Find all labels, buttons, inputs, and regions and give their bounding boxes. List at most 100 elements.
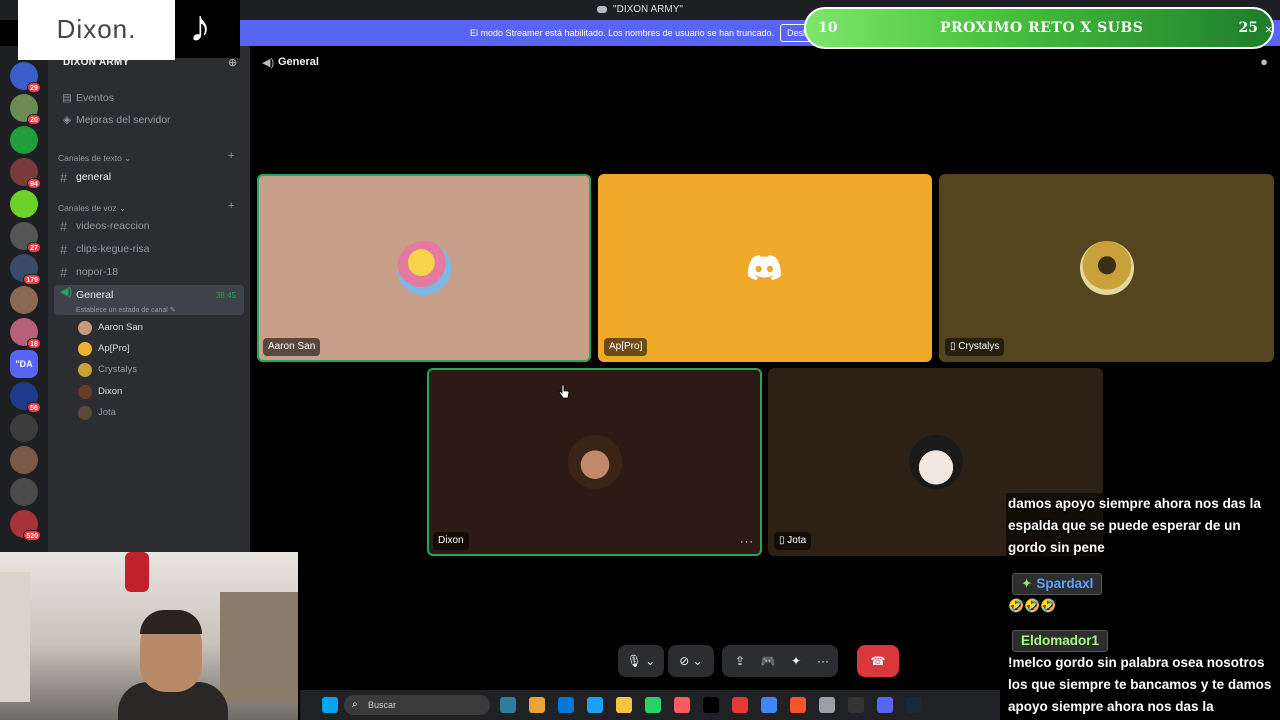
server-icon[interactable] bbox=[10, 190, 38, 218]
soundboard-icon[interactable]: ✦ bbox=[784, 645, 808, 677]
taskbar-app-icon[interactable] bbox=[732, 697, 748, 713]
channel-clips-kegue-risa[interactable]: # clips-kegue-risa bbox=[54, 239, 244, 260]
participant-name: Ap[Pro] bbox=[604, 338, 648, 356]
voice-channel-header: ◀) General ● bbox=[250, 46, 1280, 78]
add-voice-channel-icon[interactable]: + bbox=[228, 200, 234, 212]
taskbar-app-icon[interactable] bbox=[877, 697, 893, 713]
participant-tile-ap-pro[interactable]: Ap[Pro] bbox=[598, 174, 932, 362]
unread-badge: 520 bbox=[23, 530, 41, 541]
server-icon[interactable]: 56 bbox=[10, 382, 41, 413]
channel-general[interactable]: # general bbox=[54, 167, 244, 188]
share-screen-icon[interactable]: ⇪ bbox=[728, 645, 752, 677]
more-options-icon[interactable]: ··· bbox=[740, 536, 754, 548]
server-icon[interactable]: 94 bbox=[10, 158, 41, 189]
server-icon[interactable]: 20 bbox=[10, 94, 41, 125]
server-icon[interactable] bbox=[10, 478, 38, 506]
mute-button[interactable]: 🎙 ⌄ bbox=[618, 645, 664, 677]
channel-status-prompt[interactable]: Establece un estado de canal ✎ bbox=[76, 303, 244, 318]
participant-name: Dixon bbox=[433, 532, 469, 550]
voice-category[interactable]: Canales de voz ⌄ bbox=[58, 203, 126, 214]
voice-member[interactable]: Dixon bbox=[78, 383, 122, 401]
voice-channel-general[interactable]: ◀) General 38:45 Establece un estado de … bbox=[54, 285, 244, 315]
sub-goal-label: PROXIMO RETO X SUBS bbox=[940, 20, 1144, 36]
channel-sidebar: DIXON ARMY ⊕ ▤ Eventos ◈ Mejoras del ser… bbox=[48, 46, 250, 566]
activity-icon[interactable]: 🎮 bbox=[756, 645, 780, 677]
streamer-logo: Dixon. bbox=[18, 0, 175, 60]
participant-tile-crystalys[interactable]: ▯ Crystalys bbox=[939, 174, 1274, 362]
taskbar-search[interactable]: ⌕ Buscar bbox=[344, 695, 490, 715]
taskbar-app-icon[interactable] bbox=[529, 697, 545, 713]
taskbar-app-icon[interactable] bbox=[790, 697, 806, 713]
sub-goal-current: 10 bbox=[818, 20, 838, 36]
channel-nopor-18[interactable]: # nopor-18 bbox=[54, 262, 244, 283]
voice-member[interactable]: Ap[Pro] bbox=[78, 340, 130, 358]
chat-emotes: 🤣🤣🤣 bbox=[1008, 598, 1057, 613]
leave-call-button[interactable]: ☎ bbox=[857, 645, 899, 677]
server-icon[interactable]: 18 bbox=[10, 318, 41, 349]
taskbar-app-icon[interactable] bbox=[645, 697, 661, 713]
text-category[interactable]: Canales de texto ⌄ bbox=[58, 153, 131, 164]
server-icon[interactable]: 179 bbox=[10, 254, 41, 285]
hash-icon: # bbox=[60, 265, 68, 280]
camera-button[interactable]: ⊘ ⌄ bbox=[668, 645, 714, 677]
more-icon[interactable]: ··· bbox=[812, 645, 834, 677]
taskbar-app-icon[interactable] bbox=[500, 697, 516, 713]
avatar bbox=[567, 435, 622, 489]
server-icon[interactable] bbox=[10, 446, 38, 474]
chat-bubble-icon[interactable]: ● bbox=[1260, 54, 1268, 69]
taskbar-app-icon[interactable] bbox=[558, 697, 574, 713]
server-icon[interactable]: 27 bbox=[10, 222, 41, 253]
server-boost-label: Mejoras del servidor bbox=[76, 114, 171, 126]
sparkle-icon: ✦ bbox=[1021, 576, 1033, 591]
server-icon[interactable]: 29 bbox=[10, 62, 41, 93]
server-icon[interactable]: "DA bbox=[10, 350, 38, 378]
participant-name: Aaron San bbox=[263, 338, 321, 356]
participant-tile-dixon[interactable]: Dixon ··· bbox=[427, 368, 762, 556]
taskbar-app-icon[interactable] bbox=[819, 697, 835, 713]
taskbar-app-icon[interactable] bbox=[906, 697, 922, 713]
windows-start-icon[interactable] bbox=[322, 697, 338, 713]
voice-member[interactable]: Aaron San bbox=[78, 319, 143, 337]
avatar bbox=[78, 385, 92, 399]
taskbar-app-icon[interactable] bbox=[848, 697, 864, 713]
sub-goal-target: 25 bbox=[1238, 20, 1258, 36]
camera-off-icon: ⊘ bbox=[679, 654, 690, 668]
server-icon[interactable] bbox=[10, 414, 38, 442]
discord-icon bbox=[597, 5, 608, 13]
unread-badge: 18 bbox=[27, 338, 41, 349]
sub-goal-bar: 10 PROXIMO RETO X SUBS 25 ✕ bbox=[804, 7, 1274, 49]
taskbar-app-icon[interactable] bbox=[587, 697, 603, 713]
stream-chat-overlay: damos apoyo siempre ahora nos das la esp… bbox=[1000, 493, 1280, 720]
add-text-channel-icon[interactable]: + bbox=[228, 150, 234, 162]
speaker-icon: ◀) bbox=[262, 57, 275, 69]
close-icon: ✕ bbox=[1264, 25, 1273, 36]
server-icon[interactable]: 520 bbox=[10, 510, 41, 541]
hand-cursor-icon bbox=[558, 384, 570, 399]
streamer-mode-text: El modo Streamer está habilitado. Los no… bbox=[470, 28, 775, 38]
server-icon[interactable] bbox=[10, 126, 38, 154]
avatar bbox=[1079, 241, 1134, 295]
taskbar-app-icon[interactable] bbox=[674, 697, 690, 713]
calendar-icon: ▤ bbox=[62, 92, 72, 104]
unread-badge: 94 bbox=[27, 178, 41, 189]
taskbar-app-icon[interactable] bbox=[761, 697, 777, 713]
boost-icon: ◈ bbox=[62, 114, 72, 126]
server-icon[interactable] bbox=[10, 286, 38, 314]
avatar bbox=[908, 435, 963, 489]
participant-tile-aaron-san[interactable]: Aaron San bbox=[257, 174, 591, 362]
channel-videos-reaccion[interactable]: # videos-reaccion bbox=[54, 216, 244, 237]
windows-taskbar: ⌕ Buscar bbox=[300, 690, 1000, 720]
server-rail: 29 20 94 27 179 18 "DA 56 520 bbox=[0, 46, 48, 566]
unread-badge: 179 bbox=[23, 274, 41, 285]
taskbar-app-icon[interactable] bbox=[616, 697, 632, 713]
tiktok-logo-icon: ♪ bbox=[175, 0, 240, 58]
voice-member[interactable]: Crystalys bbox=[78, 361, 137, 379]
taskbar-app-icon[interactable] bbox=[703, 697, 719, 713]
voice-timer: 38:45 bbox=[215, 291, 236, 300]
hash-icon: # bbox=[60, 242, 68, 257]
events-item[interactable]: ▤ Eventos bbox=[58, 88, 244, 108]
hash-icon: # bbox=[60, 170, 68, 185]
voice-member[interactable]: Jota bbox=[78, 404, 116, 422]
speaker-icon: ◀) bbox=[60, 286, 73, 298]
server-boost-item[interactable]: ◈ Mejoras del servidor bbox=[58, 110, 244, 130]
